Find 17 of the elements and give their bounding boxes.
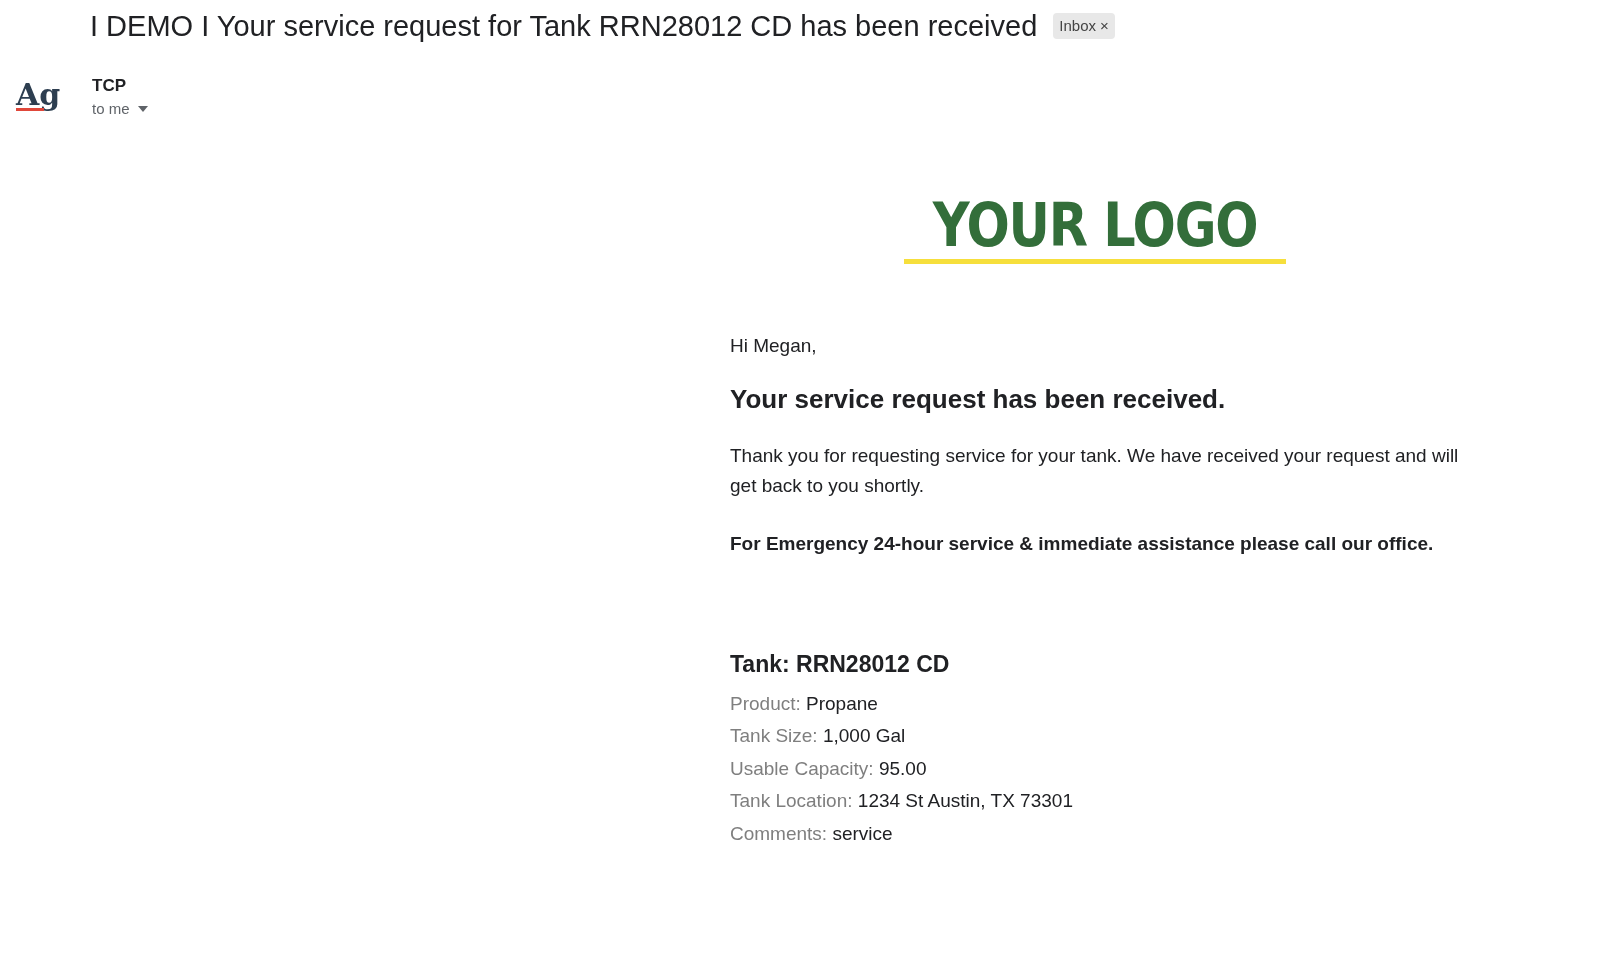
sender-name: TCP (92, 75, 127, 97)
detail-line: Usable Capacity: 95.00 (730, 756, 928, 781)
greeting-text: Hi Megan, (730, 333, 818, 358)
emergency-notice: For Emergency 24-hour service & immediate assistance please call our office. (730, 532, 1435, 556)
message-heading: Your service request has been received. (730, 383, 1227, 416)
recipient-text: to me (92, 99, 130, 119)
company-logo: YOUR LOGO (904, 192, 1286, 264)
detail-line: Comments: service (730, 821, 894, 846)
detail-line: Product: Propane (730, 691, 879, 716)
email-subject: I DEMO I Your service request for Tank RRN28012 CD has been received (90, 9, 1038, 44)
caret-icon[interactable] (137, 106, 148, 113)
tank-title: Tank: RRN28012 CD (730, 650, 951, 679)
message-paragraph: Thank you for requesting service for your tank. We have received your request and will get back to you shortly. (730, 444, 1460, 498)
detail-line: Tank Location: 1234 St Austin, TX 73301 (730, 789, 1074, 813)
close-icon[interactable]: × (1100, 14, 1109, 38)
inbox-label[interactable]: Inbox × (1053, 12, 1115, 40)
detail-line: Tank Size: 1,000 Gal (730, 724, 907, 748)
